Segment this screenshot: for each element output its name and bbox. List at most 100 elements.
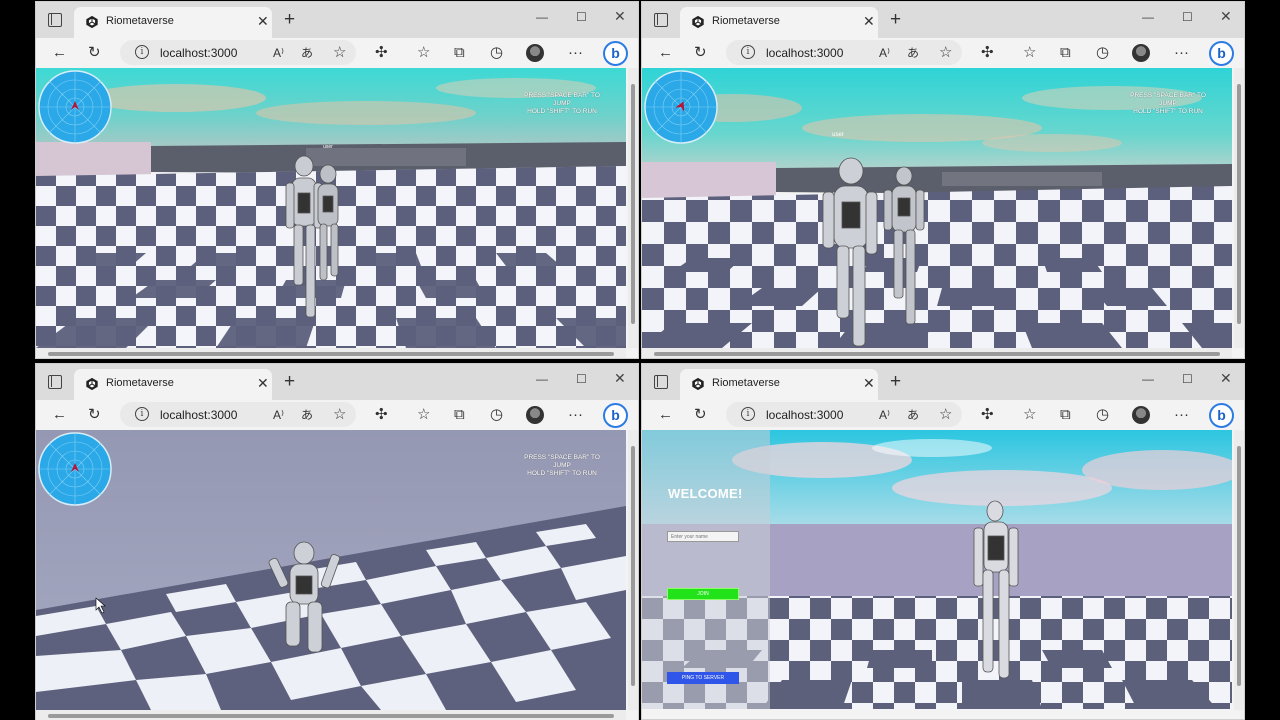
minimize-icon[interactable]: — [1142, 372, 1154, 386]
site-info-icon[interactable]: i [135, 45, 149, 59]
translate-icon[interactable]: あ [301, 406, 313, 424]
refresh-icon[interactable]: ↻ [694, 406, 707, 424]
profile-avatar[interactable] [1132, 44, 1150, 62]
maximize-icon[interactable]: ☐ [1182, 10, 1193, 24]
new-tab-icon[interactable]: + [890, 9, 901, 31]
close-window-icon[interactable]: ✕ [1220, 370, 1232, 387]
address-bar[interactable]: i localhost:3000 [726, 402, 962, 427]
maximize-icon[interactable]: ☐ [576, 10, 587, 24]
refresh-icon[interactable]: ↻ [88, 44, 101, 62]
profile-avatar[interactable] [526, 406, 544, 424]
more-icon[interactable]: ··· [568, 44, 583, 62]
back-arrow-icon[interactable]: ← [658, 44, 673, 62]
hint-line: HOLD "SHIFT" TO RUN [1133, 108, 1203, 115]
game-viewport[interactable]: user PRESS "SPACE BAR" TO JUMP HOLD "SHI… [642, 68, 1232, 348]
game-viewport[interactable]: WELCOME! JOIN PING TO SERVER [642, 430, 1232, 709]
collections-icon[interactable]: ⧉ [454, 406, 465, 424]
more-icon[interactable]: ··· [568, 406, 583, 424]
refresh-icon[interactable]: ↻ [88, 406, 101, 424]
horizontal-scrollbar[interactable] [642, 348, 1232, 358]
close-tab-icon[interactable]: ✕ [863, 13, 875, 30]
bing-icon[interactable]: b [603, 403, 628, 428]
profile-avatar[interactable] [526, 44, 544, 62]
minimize-icon[interactable]: — [536, 372, 548, 386]
new-tab-icon[interactable]: + [890, 371, 901, 393]
browser-tab[interactable]: Riometaverse ✕ [680, 7, 878, 38]
close-window-icon[interactable]: ✕ [1220, 8, 1232, 25]
favorites-icon[interactable]: ☆ [1023, 406, 1036, 424]
add-favorite-icon[interactable]: ☆ [939, 44, 952, 62]
history-icon[interactable]: ◷ [1096, 44, 1109, 62]
favorites-icon[interactable]: ☆ [417, 44, 430, 62]
back-arrow-icon[interactable]: ← [52, 406, 67, 424]
welcome-title: WELCOME! [668, 486, 743, 501]
more-icon[interactable]: ··· [1174, 44, 1189, 62]
close-window-icon[interactable]: ✕ [614, 370, 626, 387]
collections-icon[interactable]: ⧉ [1060, 44, 1071, 62]
close-tab-icon[interactable]: ✕ [257, 13, 269, 30]
add-favorite-icon[interactable]: ☆ [333, 44, 346, 62]
horizontal-scrollbar[interactable] [36, 348, 626, 358]
minimize-icon[interactable]: — [1142, 10, 1154, 24]
close-tab-icon[interactable]: ✕ [863, 375, 875, 392]
favorites-icon[interactable]: ☆ [417, 406, 430, 424]
read-aloud-icon[interactable]: A⁾ [879, 406, 890, 424]
back-arrow-icon[interactable]: ← [52, 44, 67, 62]
close-window-icon[interactable]: ✕ [614, 8, 626, 25]
extensions-icon[interactable]: ✣ [981, 406, 994, 424]
join-button[interactable]: JOIN [667, 588, 739, 600]
minimize-icon[interactable]: — [536, 10, 548, 24]
favorites-icon[interactable]: ☆ [1023, 44, 1036, 62]
site-info-icon[interactable]: i [741, 407, 755, 421]
extensions-icon[interactable]: ✣ [375, 406, 388, 424]
extensions-icon[interactable]: ✣ [375, 44, 388, 62]
translate-icon[interactable]: あ [907, 44, 919, 62]
add-favorite-icon[interactable]: ☆ [939, 406, 952, 424]
profile-avatar[interactable] [1132, 406, 1150, 424]
vertical-scrollbar[interactable] [1234, 68, 1244, 348]
game-viewport[interactable]: user PRESS "SPACE BAR" TO JUMP HOLD "SHI… [36, 68, 626, 348]
history-icon[interactable]: ◷ [490, 44, 503, 62]
refresh-icon[interactable]: ↻ [694, 44, 707, 62]
back-arrow-icon[interactable]: ← [658, 406, 673, 424]
browser-tab[interactable]: Riometaverse ✕ [74, 7, 272, 38]
tab-actions-icon[interactable] [48, 375, 62, 389]
history-icon[interactable]: ◷ [490, 406, 503, 424]
read-aloud-icon[interactable]: A⁾ [879, 44, 890, 62]
translate-icon[interactable]: あ [301, 44, 313, 62]
read-aloud-icon[interactable]: A⁾ [273, 406, 284, 424]
browser-tab[interactable]: Riometaverse ✕ [74, 369, 272, 400]
new-tab-icon[interactable]: + [284, 371, 295, 393]
bing-icon[interactable]: b [1209, 403, 1234, 428]
game-viewport[interactable]: PRESS "SPACE BAR" TO JUMP HOLD "SHIFT" T… [36, 430, 626, 710]
site-info-icon[interactable]: i [741, 45, 755, 59]
collections-icon[interactable]: ⧉ [454, 44, 465, 62]
ping-server-button[interactable]: PING TO SERVER [667, 672, 739, 684]
bing-icon[interactable]: b [603, 41, 628, 66]
maximize-icon[interactable]: ☐ [1182, 372, 1193, 386]
maximize-icon[interactable]: ☐ [576, 372, 587, 386]
history-icon[interactable]: ◷ [1096, 406, 1109, 424]
extensions-icon[interactable]: ✣ [981, 44, 994, 62]
add-favorite-icon[interactable]: ☆ [333, 406, 346, 424]
vertical-scrollbar[interactable] [1234, 430, 1244, 710]
close-tab-icon[interactable]: ✕ [257, 375, 269, 392]
tab-actions-icon[interactable] [654, 13, 668, 27]
tab-actions-icon[interactable] [654, 375, 668, 389]
address-bar[interactable]: i localhost:3000 [726, 40, 962, 65]
browser-tab[interactable]: Riometaverse ✕ [680, 369, 878, 400]
site-info-icon[interactable]: i [135, 407, 149, 421]
horizontal-scrollbar[interactable] [36, 710, 626, 720]
new-tab-icon[interactable]: + [284, 9, 295, 31]
address-bar[interactable]: i localhost:3000 [120, 402, 356, 427]
more-icon[interactable]: ··· [1174, 406, 1189, 424]
tab-actions-icon[interactable] [48, 13, 62, 27]
vertical-scrollbar[interactable] [628, 430, 638, 710]
name-input[interactable] [667, 531, 739, 542]
vertical-scrollbar[interactable] [628, 68, 638, 348]
read-aloud-icon[interactable]: A⁾ [273, 44, 284, 62]
translate-icon[interactable]: あ [907, 406, 919, 424]
collections-icon[interactable]: ⧉ [1060, 406, 1071, 424]
bing-icon[interactable]: b [1209, 41, 1234, 66]
address-bar[interactable]: i localhost:3000 [120, 40, 356, 65]
